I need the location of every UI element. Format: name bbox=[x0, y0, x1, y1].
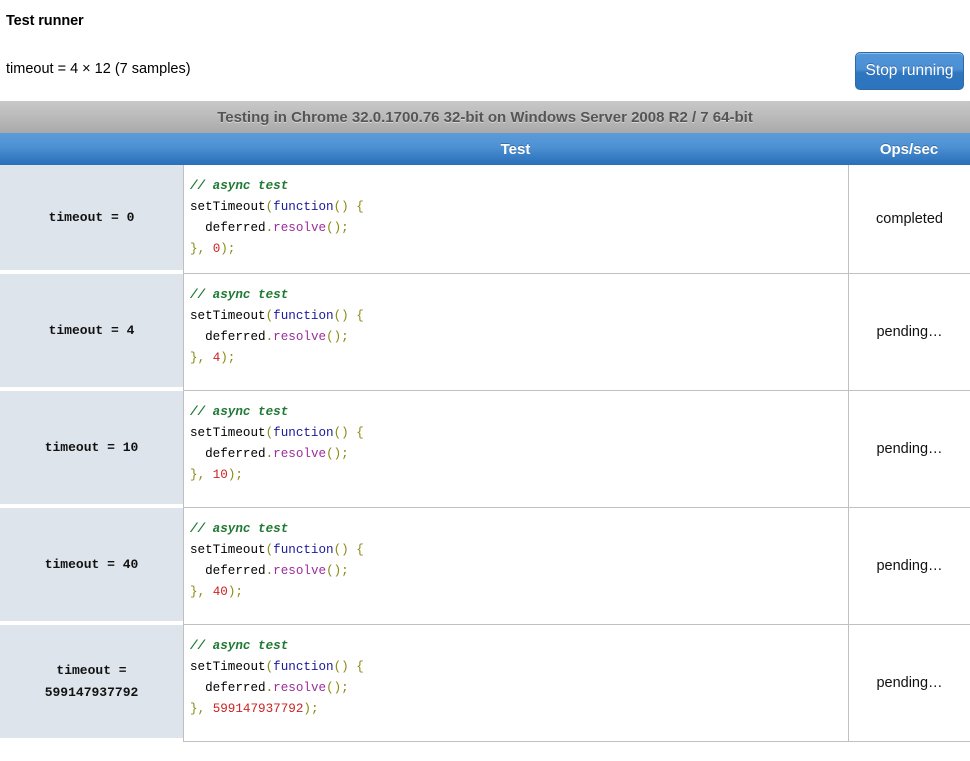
test-code-cell: // async test setTimeout(function() { de… bbox=[183, 165, 848, 274]
stop-running-button[interactable]: Stop running bbox=[855, 52, 964, 90]
code-snippet: // async test setTimeout(function() { de… bbox=[190, 288, 364, 365]
table-row[interactable]: timeout = 599147937792 // async test set… bbox=[0, 625, 970, 742]
environment-caption: Testing in Chrome 32.0.1700.76 32-bit on… bbox=[0, 101, 970, 133]
ops-value-cell: pending… bbox=[848, 508, 970, 625]
column-header-ops: Ops/sec bbox=[848, 133, 970, 165]
column-header-test: Test bbox=[183, 133, 848, 165]
table-row[interactable]: timeout = 40 // async test setTimeout(fu… bbox=[0, 508, 970, 625]
test-name-cell: timeout = 10 bbox=[0, 391, 183, 508]
benchmark-results-table: Testing in Chrome 32.0.1700.76 32-bit on… bbox=[0, 101, 970, 742]
code-snippet: // async test setTimeout(function() { de… bbox=[190, 179, 364, 256]
table-row[interactable]: timeout = 10 // async test setTimeout(fu… bbox=[0, 391, 970, 508]
ops-value-cell: completed bbox=[848, 165, 970, 274]
column-header-name bbox=[0, 133, 183, 165]
test-name-cell: timeout = 0 bbox=[0, 165, 183, 274]
code-snippet: // async test setTimeout(function() { de… bbox=[190, 639, 364, 716]
table-body: timeout = 0 // async test setTimeout(fun… bbox=[0, 165, 970, 742]
test-name-cell: timeout = 40 bbox=[0, 508, 183, 625]
code-snippet: // async test setTimeout(function() { de… bbox=[190, 405, 364, 482]
table-row[interactable]: timeout = 4 // async test setTimeout(fun… bbox=[0, 274, 970, 391]
table-header-row: Test Ops/sec bbox=[0, 133, 970, 165]
table-row[interactable]: timeout = 0 // async test setTimeout(fun… bbox=[0, 165, 970, 274]
page-title: Test runner bbox=[6, 13, 84, 29]
test-code-cell: // async test setTimeout(function() { de… bbox=[183, 625, 848, 742]
sample-summary-text: timeout = 4 × 12 (7 samples) bbox=[6, 61, 191, 77]
table-caption-row: Testing in Chrome 32.0.1700.76 32-bit on… bbox=[0, 101, 970, 133]
ops-value-cell: pending… bbox=[848, 391, 970, 508]
test-name-cell: timeout = 4 bbox=[0, 274, 183, 391]
test-code-cell: // async test setTimeout(function() { de… bbox=[183, 274, 848, 391]
ops-value-cell: pending… bbox=[848, 625, 970, 742]
ops-value-cell: pending… bbox=[848, 274, 970, 391]
test-runner-page: Test runner timeout = 4 × 12 (7 samples)… bbox=[0, 0, 970, 761]
test-code-cell: // async test setTimeout(function() { de… bbox=[183, 508, 848, 625]
test-name-cell: timeout = 599147937792 bbox=[0, 625, 183, 742]
test-code-cell: // async test setTimeout(function() { de… bbox=[183, 391, 848, 508]
code-snippet: // async test setTimeout(function() { de… bbox=[190, 522, 364, 599]
